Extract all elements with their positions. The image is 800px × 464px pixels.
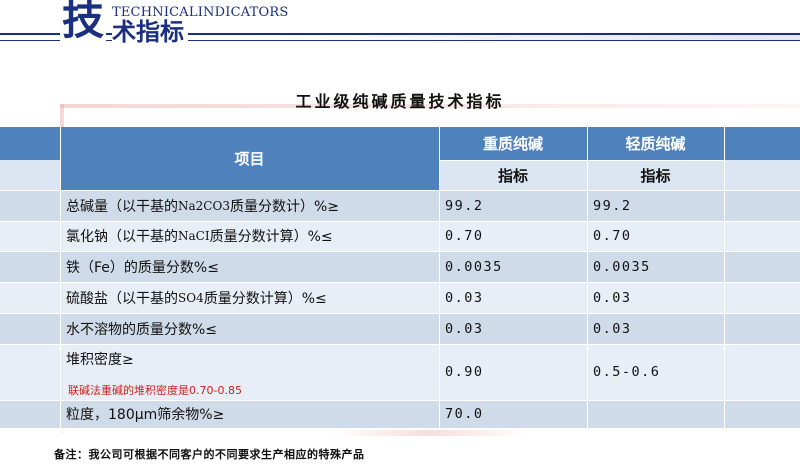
row-4-light: 0.03: [587, 313, 724, 344]
row-0-formula-b: CO: [203, 198, 223, 213]
row-1-formula: NaCI: [178, 229, 210, 243]
row-pad-left: [0, 282, 60, 313]
row-0-heavy: 99.2: [439, 190, 587, 221]
row-pad-right: [724, 400, 800, 428]
row-4-item: 水不溶物的质量分数%≤: [60, 313, 439, 344]
row-0-formula-a: Na: [178, 198, 196, 213]
row-2-light: 0.0035: [587, 251, 724, 282]
row-1-item-suffix: 质量分数计算）%≤: [209, 229, 333, 245]
row-0-formula-sub2: 3: [222, 198, 230, 213]
row-0-formula-sub1: 2: [195, 198, 204, 213]
row-3-item-prefix: 硫酸盐（以干基的: [66, 290, 178, 307]
subheader-light: 指标: [587, 160, 724, 190]
row-pad-right: [724, 221, 800, 251]
row-0-item: 总碱量（以干基的 Na 2 CO 3 质量分数计）%≥: [60, 190, 439, 221]
row-6-heavy: 70.0: [439, 400, 587, 428]
row-4-heavy: 0.03: [439, 313, 587, 344]
footnote-decor: [330, 430, 530, 436]
row-pad-right: [724, 282, 800, 313]
row-0-light: 99.2: [587, 190, 724, 221]
row-5-heavy: 0.90: [439, 344, 587, 400]
row-pad-left: [0, 313, 60, 344]
row-3-formula-sub1: 4: [196, 290, 204, 305]
grid-vline: [439, 127, 440, 428]
row-pad-right: [724, 313, 800, 344]
table-header-right-pad: [724, 127, 800, 160]
row-0-item-prefix: 总碱量（以干基的: [66, 198, 178, 215]
col-header-heavy: 重质纯碱: [439, 127, 587, 160]
row-pad-right: [724, 344, 800, 400]
table-header-left-pad: [0, 127, 60, 160]
grid-hline: [0, 313, 800, 314]
header-banner: 技 TECHNICALINDICATORS 术指标: [0, 0, 800, 52]
grid-vline: [60, 127, 61, 428]
row-pad-right: [724, 190, 800, 221]
row-1-light: 0.70: [587, 221, 724, 251]
row-1-item-prefix: 氯化钠（以干基的: [66, 229, 178, 245]
header-small-chars: 术指标: [112, 18, 188, 46]
row-2-heavy: 0.0035: [439, 251, 587, 282]
grid-hline: [0, 251, 800, 252]
grid-hline: [0, 400, 800, 401]
row-1-item: 氯化钠（以干基的 NaCI 质量分数计算）%≤: [60, 221, 439, 251]
row-6-light: [587, 400, 724, 428]
row-3-heavy: 0.03: [439, 282, 587, 313]
row-pad-left: [0, 400, 60, 428]
row-pad-left: [0, 190, 60, 221]
row-pad-left: [0, 251, 60, 282]
row-6-item: 粒度，180μm筛余物%≥: [60, 400, 439, 428]
row-3-item: 硫酸盐（以干基的 SO 4 质量分数计算）%≤: [60, 282, 439, 313]
row-1-heavy: 0.70: [439, 221, 587, 251]
bulk-density-note: 联碱法重碱的堆积密度是0.70-0.85: [68, 384, 242, 397]
col-header-item: 项目: [60, 127, 439, 190]
row-2-item: 铁（Fe）的质量分数%≤: [60, 251, 439, 282]
page-title: 工业级纯碱质量技术指标: [295, 92, 505, 111]
grid-hline: [439, 160, 724, 161]
grid-hline: [0, 344, 800, 345]
row-3-light: 0.03: [587, 282, 724, 313]
row-0-item-suffix: 质量分数计）%≥: [229, 198, 340, 215]
grid-hline: [0, 221, 800, 222]
row-pad-right: [724, 251, 800, 282]
row-3-formula-a: SO: [178, 290, 197, 305]
row-5-light: 0.5-0.6: [587, 344, 724, 400]
grid-vline: [587, 127, 588, 428]
header-big-char: 技: [60, 0, 107, 44]
col-header-light: 轻质纯碱: [587, 127, 724, 160]
row-3-item-suffix: 质量分数计算）%≤: [203, 290, 327, 307]
grid-hline: [0, 190, 800, 191]
grid-hline: [0, 282, 800, 283]
subheader-heavy: 指标: [439, 160, 587, 190]
row-pad-left: [0, 221, 60, 251]
table-subheader-left-pad: [0, 160, 60, 190]
row-pad-left: [0, 344, 60, 400]
grid-vline: [724, 127, 725, 428]
footnote: 备注：我公司可根据不同客户的不同要求生产相应的特殊产品: [54, 448, 365, 461]
table-subheader-right-pad: [724, 160, 800, 190]
